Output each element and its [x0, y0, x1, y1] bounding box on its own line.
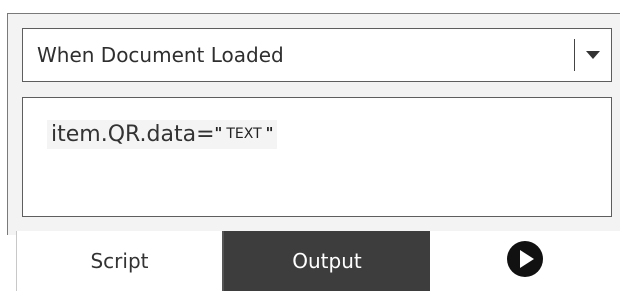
event-dropdown[interactable]: When Document Loaded — [22, 28, 612, 82]
tab-output[interactable]: Output — [224, 231, 430, 291]
code-prefix: item.QR.data= — [51, 122, 215, 147]
play-circle-icon — [506, 240, 544, 283]
code-line[interactable]: item.QR.data=" TEXT " — [47, 120, 278, 149]
tab-output-label: Output — [292, 249, 362, 273]
script-editor[interactable]: item.QR.data=" TEXT " — [22, 97, 612, 217]
run-button[interactable] — [430, 231, 620, 291]
tab-script-label: Script — [90, 249, 149, 273]
tab-script[interactable]: Script — [16, 231, 224, 291]
caret-down-icon[interactable] — [575, 29, 611, 81]
event-dropdown-value: When Document Loaded — [37, 43, 284, 67]
code-close-quote: " — [265, 124, 274, 142]
code-string-value: TEXT — [226, 126, 262, 142]
tab-bar: Script Output — [0, 231, 620, 291]
code-open-quote: " — [214, 124, 223, 142]
